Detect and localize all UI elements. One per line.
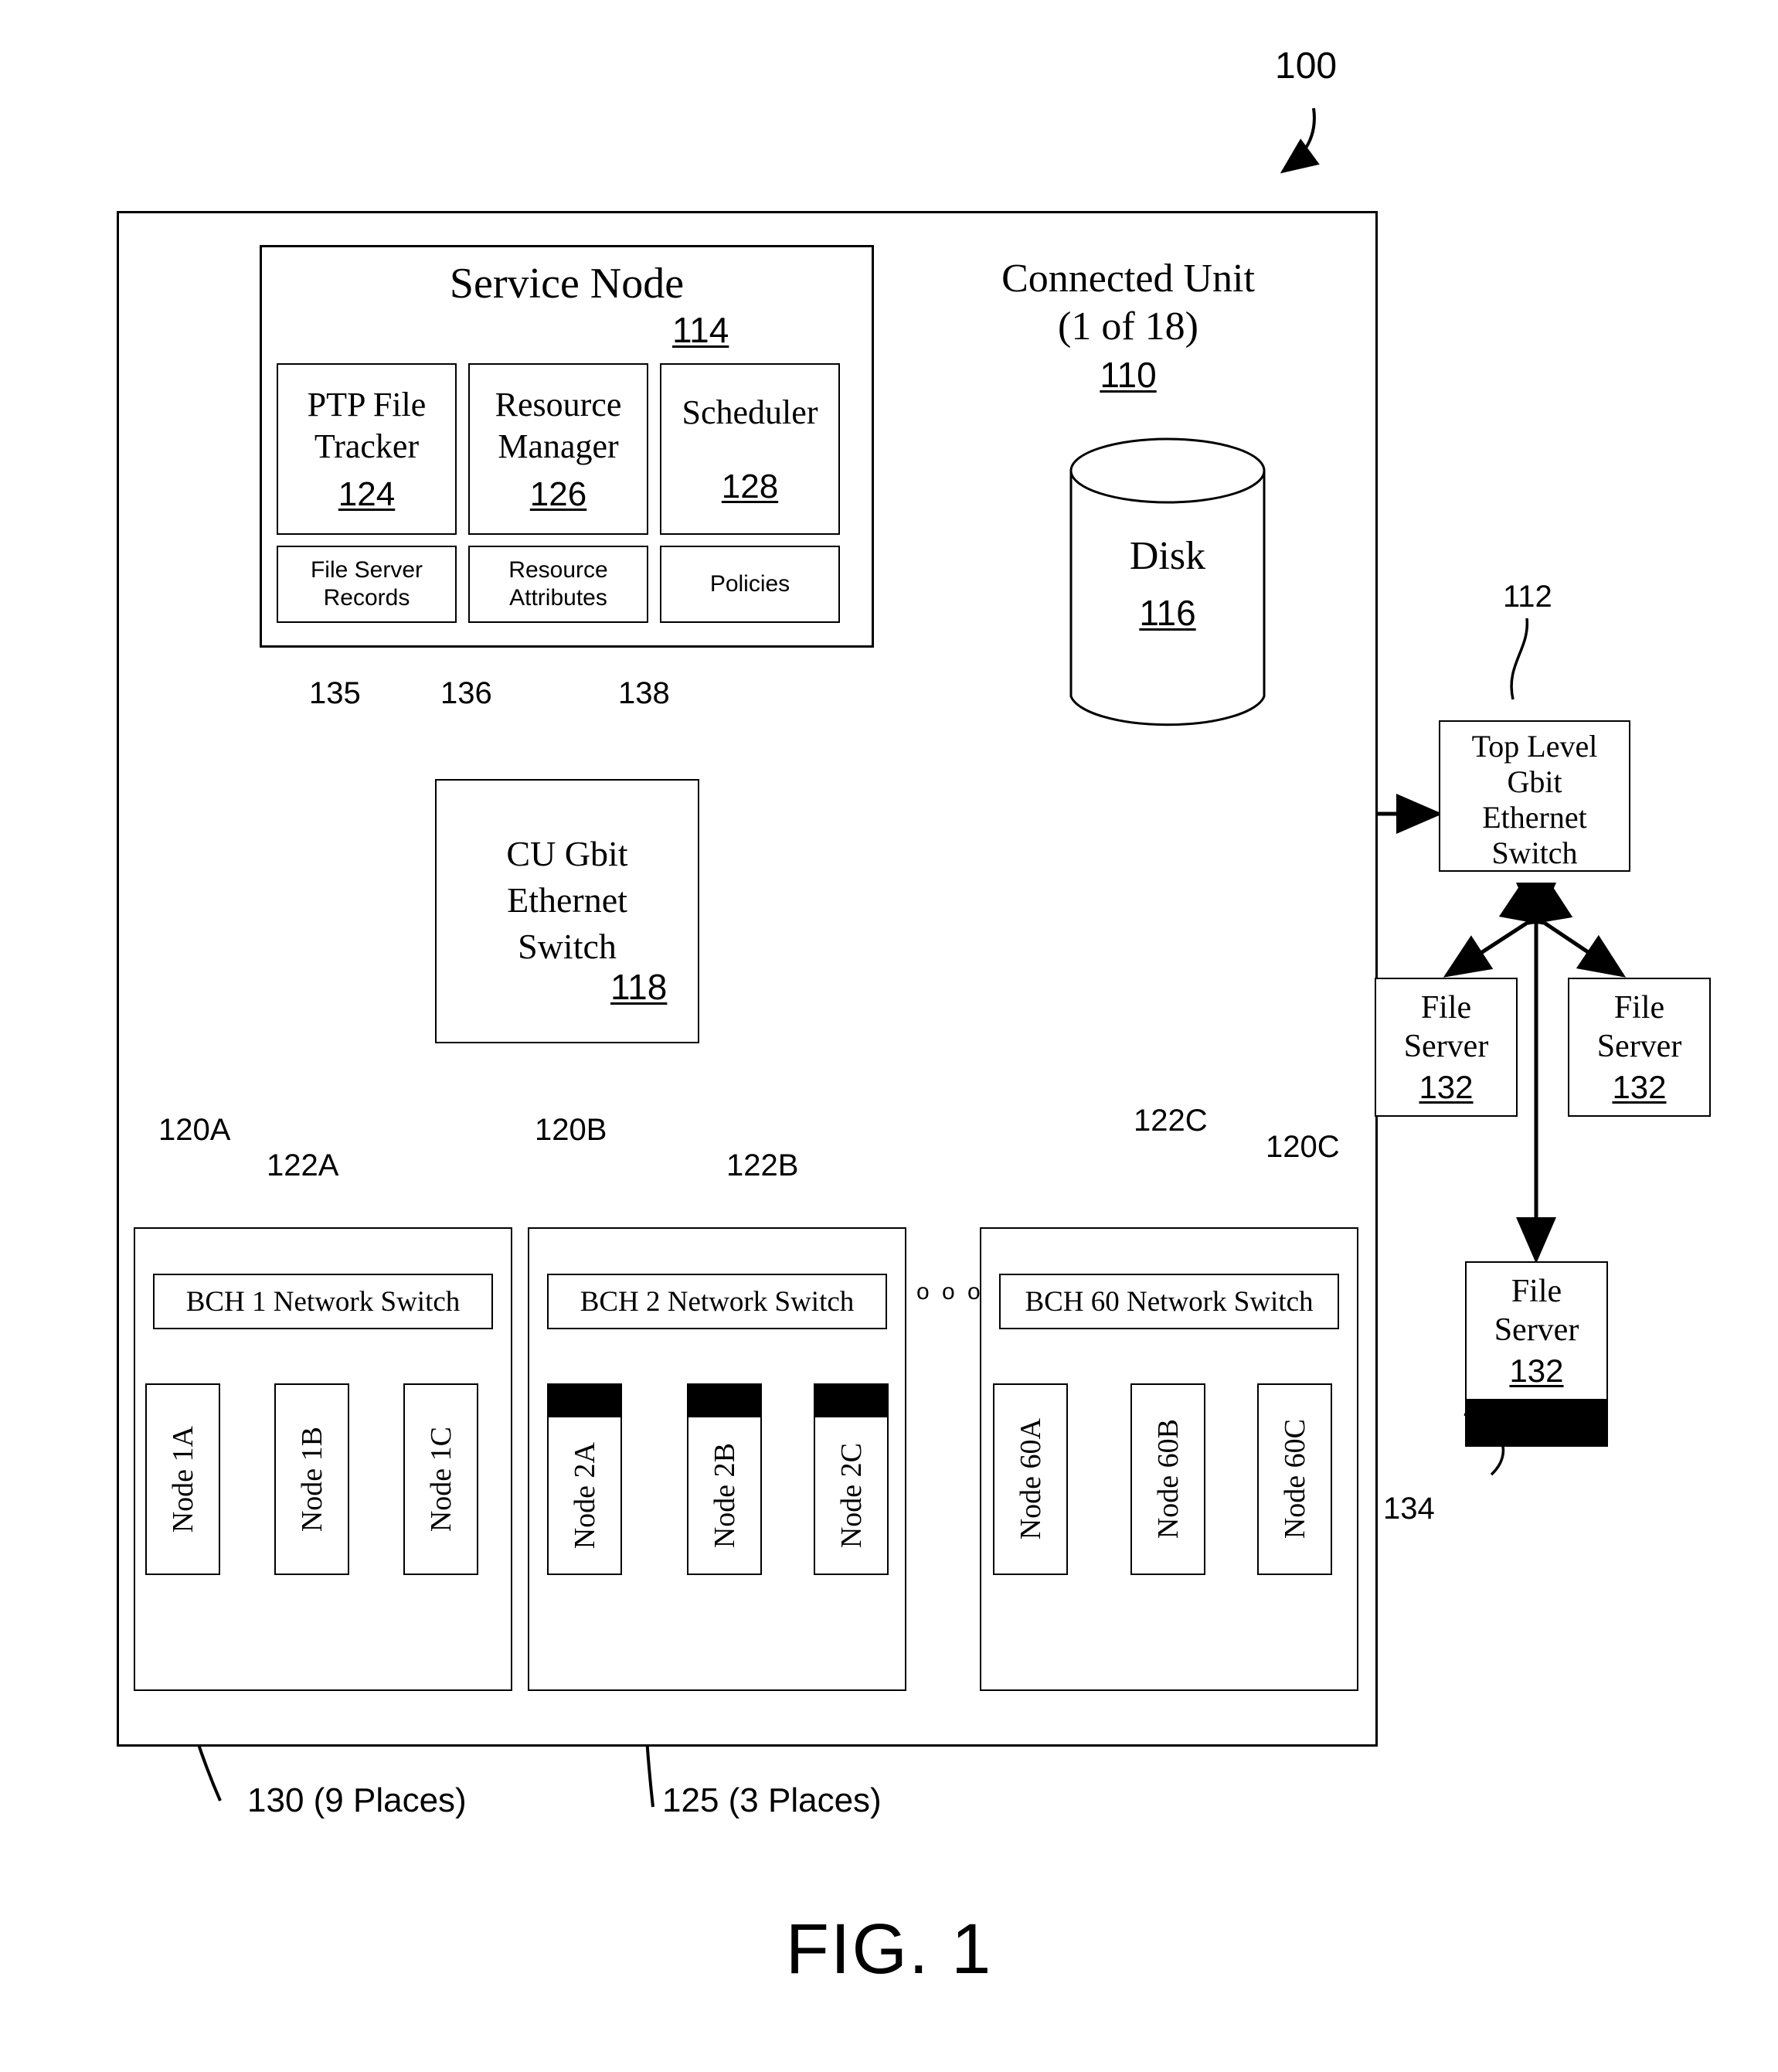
node-60b-label: Node 60B [1151, 1419, 1185, 1540]
node-2c[interactable]: Node 2C [814, 1416, 889, 1575]
module-resource-manager[interactable]: Resource Manager 126 [468, 363, 648, 535]
disk-label: Disk [1129, 534, 1206, 578]
store-resource-attributes[interactable]: Resource Attributes [468, 546, 648, 623]
store-resource-attributes-label-1: Resource [508, 557, 608, 583]
node-2b-label: Node 2B [708, 1442, 741, 1549]
cu-switch-label-3: Switch [518, 927, 617, 966]
file-server-bottom-black-bar [1465, 1400, 1608, 1447]
connected-unit-title: Connected Unit (1 of 18) 110 [935, 255, 1321, 397]
module-resource-manager-label-1: Resource [495, 386, 622, 424]
node-1c-label: Node 1C [424, 1426, 457, 1533]
connected-unit-ref: 110 [1100, 355, 1157, 395]
store-resource-attributes-label-2: Attributes [509, 585, 607, 611]
bch-2-network-switch[interactable]: BCH 2 Network Switch [547, 1274, 887, 1329]
system-ref-100: 100 [1275, 46, 1338, 87]
cu-switch-label-group: CU Gbit Ethernet Switch [435, 831, 699, 970]
top-switch-label-4: Switch [1491, 835, 1578, 870]
file-server-right-label-2: Server [1596, 1029, 1682, 1064]
node-2a[interactable]: Node 2A [547, 1416, 622, 1575]
file-server-bottom-label-2: Server [1494, 1312, 1579, 1348]
store-file-server-records-label-2: Records [323, 585, 410, 611]
bch-1-network-switch-label: BCH 1 Network Switch [185, 1285, 461, 1318]
module-ptp-file-tracker-label-2: Tracker [314, 427, 420, 465]
disk-label-group: Disk 116 [1069, 533, 1266, 634]
service-node-title: Service Node [449, 260, 685, 308]
node-1a[interactable]: Node 1A [145, 1383, 220, 1575]
rack-2-ref-120B: 120B [535, 1113, 607, 1147]
module-ptp-file-tracker[interactable]: PTP File Tracker 124 [277, 363, 457, 535]
cu-switch-label-2: Ethernet [507, 880, 627, 920]
store-resource-attributes-ref: 136 [440, 676, 492, 710]
store-policies[interactable]: Policies [660, 546, 840, 623]
connected-unit-title-line2: (1 of 18) [1058, 305, 1198, 349]
file-server-bar-ref-134: 134 [1383, 1492, 1435, 1526]
rack-2-switch-ref-122B: 122B [726, 1148, 799, 1182]
node-2c-label: Node 2C [835, 1442, 868, 1549]
connected-unit-title-line1: Connected Unit [1001, 257, 1255, 301]
store-file-server-records-label-1: File Server [310, 557, 423, 583]
top-switch-label-3: Ethernet [1482, 800, 1587, 835]
store-policies-label-1: Policies [709, 571, 790, 597]
rack-1-switch-ref-122A: 122A [267, 1148, 339, 1182]
bch-2-network-switch-label: BCH 2 Network Switch [580, 1285, 855, 1318]
node-60a[interactable]: Node 60A [993, 1383, 1068, 1575]
file-server-left-label-2: Server [1403, 1029, 1489, 1064]
figure-caption: FIG. 1 [785, 1910, 993, 1989]
node-1b-label: Node 1B [295, 1426, 328, 1533]
node-60a-label: Node 60A [1014, 1418, 1047, 1540]
rack-3-switch-ref-122C: 122C [1134, 1104, 1208, 1138]
service-node-ref: 114 [672, 310, 729, 350]
module-scheduler-label-1: Scheduler [682, 393, 818, 431]
node-2b[interactable]: Node 2B [687, 1416, 762, 1575]
store-file-server-records[interactable]: File Server Records [277, 546, 457, 623]
cu-switch-ref: 118 [610, 967, 668, 1007]
bch-60-network-switch[interactable]: BCH 60 Network Switch [999, 1274, 1339, 1329]
module-resource-manager-label-2: Manager [498, 427, 619, 465]
node-2c-black-bar [814, 1383, 889, 1416]
file-server-left-label-1: File [1420, 990, 1472, 1026]
file-server-bottom[interactable]: File Server 132 [1465, 1261, 1608, 1400]
top-switch-label-group: Top Level Gbit Ethernet Switch [1439, 729, 1630, 871]
file-server-bottom-ref: 132 [1509, 1352, 1564, 1389]
callout-nodes-130: 130 (9 Places) [247, 1781, 467, 1819]
file-server-right-ref: 132 [1612, 1069, 1667, 1105]
module-ptp-file-tracker-label-1: PTP File [307, 386, 427, 424]
callout-bars-125: 125 (3 Places) [662, 1781, 882, 1819]
module-resource-manager-ref: 126 [529, 475, 587, 513]
top-switch-label-1: Top Level [1471, 729, 1598, 764]
bch-60-network-switch-label: BCH 60 Network Switch [1025, 1285, 1314, 1318]
file-server-left-ref: 132 [1419, 1069, 1474, 1105]
disk-ref: 116 [1139, 593, 1196, 633]
file-server-right[interactable]: File Server 132 [1568, 978, 1711, 1117]
bch-1-network-switch[interactable]: BCH 1 Network Switch [153, 1274, 493, 1329]
node-2b-black-bar [687, 1383, 762, 1416]
file-server-right-label-1: File [1613, 990, 1665, 1026]
file-server-left[interactable]: File Server 132 [1375, 978, 1518, 1117]
module-scheduler-ref: 128 [721, 468, 779, 505]
node-60c[interactable]: Node 60C [1257, 1383, 1332, 1575]
module-scheduler[interactable]: Scheduler 128 [660, 363, 840, 535]
node-2a-label: Node 2A [568, 1441, 601, 1550]
node-1b[interactable]: Node 1B [274, 1383, 349, 1575]
rack-ellipsis: o o o [916, 1279, 984, 1305]
top-switch-ref: 112 [1503, 580, 1552, 614]
cu-switch-label-1: CU Gbit [506, 834, 628, 873]
file-server-bottom-label-1: File [1511, 1274, 1562, 1309]
node-60c-label: Node 60C [1278, 1419, 1311, 1540]
store-policies-ref: 138 [618, 676, 670, 710]
rack-1-ref-120A: 120A [158, 1113, 231, 1147]
top-switch-label-2: Gbit [1507, 764, 1562, 799]
node-60b[interactable]: Node 60B [1130, 1383, 1205, 1575]
store-file-server-records-ref: 135 [309, 676, 361, 710]
module-ptp-file-tracker-ref: 124 [338, 475, 396, 513]
rack-3-ref-120C: 120C [1266, 1130, 1340, 1164]
node-1a-label: Node 1A [166, 1425, 199, 1533]
node-2a-black-bar [547, 1383, 622, 1416]
node-1c[interactable]: Node 1C [403, 1383, 478, 1575]
